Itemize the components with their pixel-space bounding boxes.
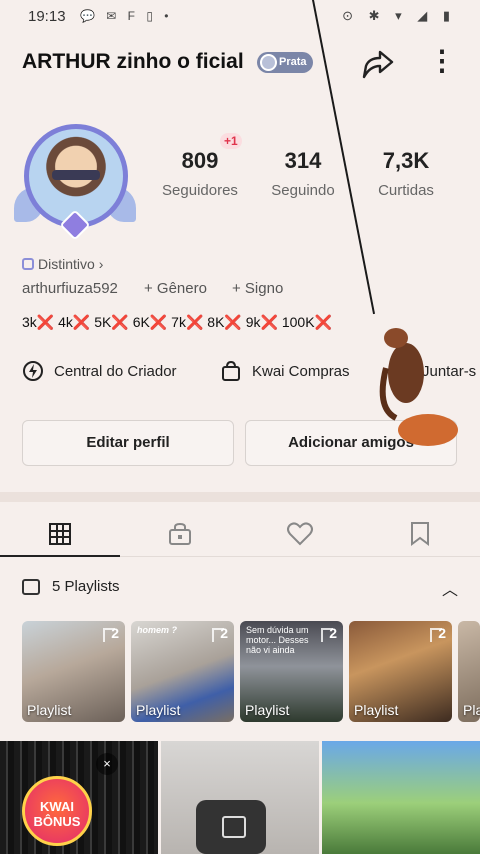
stat-label: Seguindo bbox=[271, 182, 335, 199]
bookmark-icon bbox=[411, 522, 429, 546]
playlist-caption: Sem dúvida um motor... Desses não vi ain… bbox=[246, 625, 309, 655]
distintivo-label: Distintivo bbox=[38, 256, 95, 272]
bio-item: 3k bbox=[22, 314, 37, 330]
kwai-bonus-button[interactable]: KWAI BÔNUS bbox=[22, 776, 92, 846]
playlists-header[interactable]: 5 Playlists bbox=[22, 578, 120, 595]
bio-item: 4k bbox=[58, 314, 73, 330]
playlist-count: 2 bbox=[212, 625, 228, 642]
stat-value: 7,3K bbox=[382, 148, 430, 173]
lightning-icon bbox=[22, 360, 44, 382]
bio-item: 9k bbox=[245, 314, 261, 330]
user-handle: arthurfiuza592 bbox=[22, 280, 118, 297]
bio-item: 6K bbox=[132, 314, 150, 330]
avatar-sunglasses bbox=[52, 170, 100, 180]
chevron-right-icon: › bbox=[98, 256, 104, 272]
cross-mark-icon: ❌ bbox=[72, 314, 91, 330]
playlist-card[interactable]: 2 Playlist bbox=[349, 621, 452, 722]
share-button[interactable] bbox=[360, 46, 396, 82]
bio-item: 5K bbox=[94, 314, 112, 330]
bio-item: 8K bbox=[207, 314, 225, 330]
playlist-label: Playlist bbox=[245, 702, 290, 718]
cross-mark-icon: ❌ bbox=[149, 314, 168, 330]
stat-value: 809 bbox=[181, 148, 219, 173]
playlist-card[interactable]: homem ? 2 Playlist bbox=[131, 621, 234, 722]
more-options-button[interactable]: ⋮ bbox=[428, 46, 456, 82]
shopping-bag-icon bbox=[220, 360, 242, 382]
add-gender-button[interactable]: + Gênero bbox=[144, 280, 207, 297]
grid-icon bbox=[49, 523, 71, 545]
cross-mark-icon: ❌ bbox=[111, 314, 129, 330]
kwai-shop-link[interactable]: Kwai Compras bbox=[220, 358, 350, 384]
playlist-caption: homem ? bbox=[137, 625, 178, 635]
cross-mark-icon: ❌ bbox=[314, 314, 332, 330]
playlist-label: Playlist bbox=[354, 702, 399, 718]
share-icon bbox=[362, 50, 394, 79]
cross-mark-icon: ❌ bbox=[260, 314, 278, 330]
shortcut-label: Kwai Compras bbox=[252, 362, 350, 380]
tab-saved[interactable] bbox=[360, 512, 480, 556]
playlist-card[interactable]: 2 Playlist bbox=[22, 621, 125, 722]
playlist-card[interactable]: Sem dúvida um motor... Desses não vi ain… bbox=[240, 621, 343, 722]
distintivo-link[interactable]: Distintivo › bbox=[22, 256, 103, 272]
edit-profile-button[interactable]: Editar perfil bbox=[22, 420, 234, 466]
stat-label: Curtidas bbox=[378, 182, 434, 199]
cross-mark-icon: ❌ bbox=[224, 314, 242, 330]
tier-badge-label: Prata bbox=[279, 56, 307, 68]
tab-posts[interactable] bbox=[0, 512, 120, 556]
close-icon[interactable]: × bbox=[96, 753, 118, 775]
section-divider bbox=[0, 492, 480, 502]
heart-icon bbox=[287, 522, 313, 546]
profile-name: ARTHUR zinho o ficial bbox=[22, 50, 244, 73]
playlist-label: Pla bbox=[463, 702, 480, 718]
playlist-label: Playlist bbox=[27, 702, 72, 718]
squirrel-sticker bbox=[379, 328, 458, 446]
playlist-count: 2 bbox=[321, 625, 337, 642]
stat-label: Seguidores bbox=[162, 182, 238, 199]
video-tile[interactable] bbox=[322, 741, 480, 854]
chevron-up-icon[interactable]: ︿ bbox=[442, 576, 458, 600]
tab-liked[interactable] bbox=[240, 512, 360, 556]
playlist-card[interactable]: Pla bbox=[458, 621, 480, 722]
tab-private[interactable] bbox=[120, 512, 240, 556]
bio-item: 7k bbox=[171, 314, 186, 330]
bio-item: 100K bbox=[281, 314, 315, 330]
bio: 3k❌ 4k❌ 5K❌ 6K❌ 7k❌ 8K❌ 9k❌ 100K❌ bbox=[22, 314, 332, 331]
tab-active-indicator bbox=[0, 555, 120, 557]
playlist-count: 2 bbox=[430, 625, 446, 642]
cross-mark-icon: ❌ bbox=[185, 314, 204, 330]
notification-icons: 💬 ✉ F ▯ • bbox=[80, 9, 173, 23]
distintivo-icon bbox=[22, 258, 34, 270]
lock-icon bbox=[169, 522, 191, 545]
system-icons: ⊙ ✱ ▾ ◢ ▮ bbox=[342, 8, 456, 23]
private-video-icon bbox=[196, 800, 266, 854]
playlist-count: 2 bbox=[103, 625, 119, 642]
new-followers-badge: +1 bbox=[220, 133, 242, 149]
cross-mark-icon: ❌ bbox=[36, 314, 55, 330]
add-sign-button[interactable]: + Signo bbox=[232, 280, 283, 297]
shortcut-label: Central do Criador bbox=[54, 362, 177, 380]
avatar[interactable] bbox=[14, 118, 136, 241]
playlist-icon bbox=[22, 578, 40, 595]
playlists-title: 5 Playlists bbox=[52, 578, 120, 595]
tier-badge[interactable]: Prata bbox=[257, 52, 313, 73]
stat-likes[interactable]: 7,3K Curtidas bbox=[351, 148, 461, 199]
creator-center-link[interactable]: Central do Criador bbox=[22, 358, 177, 384]
tier-icon bbox=[260, 54, 277, 71]
stat-followers[interactable]: 809 Seguidores bbox=[145, 148, 255, 199]
status-bar: 19:13 💬 ✉ F ▯ • ⊙ ✱ ▾ ◢ ▮ bbox=[0, 0, 480, 34]
status-time: 19:13 bbox=[28, 8, 66, 25]
playlist-label: Playlist bbox=[136, 702, 181, 718]
